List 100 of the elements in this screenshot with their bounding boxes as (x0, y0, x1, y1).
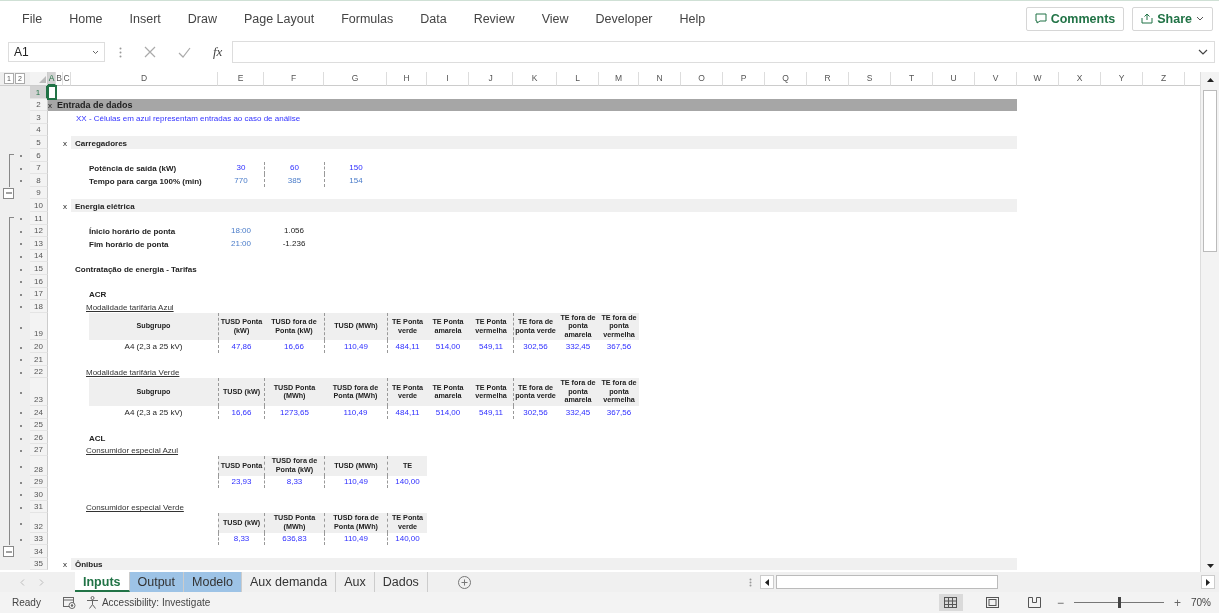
column-header[interactable]: Z (1143, 72, 1185, 86)
accessibility-button[interactable]: Accessibility: Investigate (85, 596, 211, 609)
share-button[interactable]: Share (1132, 6, 1213, 31)
collapse-button[interactable] (3, 546, 14, 558)
column-header[interactable]: Y (1101, 72, 1143, 86)
row-header[interactable]: 8 (30, 174, 48, 187)
field-label: Fim horário de ponta (88, 239, 169, 249)
expand-icon[interactable] (1198, 49, 1208, 55)
row-header[interactable]: 19 (30, 312, 48, 341)
column-header[interactable]: Q (765, 72, 807, 86)
ribbon-tab[interactable]: Draw (187, 11, 217, 26)
column-header[interactable]: W (1017, 72, 1059, 86)
row-header[interactable]: 3 (30, 111, 48, 124)
column-header[interactable]: L (557, 72, 599, 86)
comments-button[interactable]: Comments (1025, 6, 1125, 31)
column-header[interactable]: O (681, 72, 723, 86)
row-header[interactable]: 23 (30, 378, 48, 407)
column-header[interactable]: P (723, 72, 765, 86)
scroll-right-button[interactable] (1201, 575, 1215, 589)
row-header[interactable]: 10 (30, 199, 48, 212)
column-header[interactable]: G (324, 72, 387, 86)
table-title: Modalidade tarifária Verde (85, 368, 180, 378)
table-cell-text: 549,11 (478, 406, 504, 419)
ribbon-tab[interactable]: Data (420, 11, 447, 26)
column-header[interactable]: D (71, 72, 218, 86)
column-header[interactable]: T (891, 72, 933, 86)
ribbon-tab[interactable]: Page Layout (243, 11, 315, 26)
marker-text: x (63, 560, 67, 570)
column-header[interactable]: N (639, 72, 681, 86)
table-cell: 484,11 (387, 340, 427, 354)
row-header[interactable]: 20 (30, 340, 48, 354)
row-header[interactable]: 13 (30, 237, 48, 250)
ribbon-tab[interactable]: Formulas (341, 11, 394, 26)
table-cell: 110,49 (324, 532, 387, 546)
zoom-out-button[interactable]: − (1056, 595, 1064, 610)
check-icon[interactable] (178, 46, 191, 58)
column-header[interactable]: I (427, 72, 469, 86)
calculated-value: 154 (324, 174, 387, 187)
formula-input[interactable] (232, 41, 1215, 63)
ribbon-tab[interactable]: Home (69, 11, 103, 26)
row-header[interactable]: 26 (30, 431, 48, 444)
scroll-left-button[interactable] (760, 575, 774, 589)
share-icon (1141, 13, 1154, 24)
row-header[interactable]: 21 (30, 353, 48, 366)
row-header[interactable]: 34 (30, 545, 48, 558)
cancel-icon[interactable] (144, 46, 156, 58)
column-header[interactable]: J (469, 72, 513, 86)
note-text: XX - Células em azul representam entradas ao caso de análise (75, 113, 301, 123)
row-header[interactable]: 18 (30, 300, 48, 313)
ribbon-tab[interactable]: Review (473, 11, 515, 26)
column-header[interactable]: H (387, 72, 427, 86)
ribbon-tab[interactable]: View (541, 11, 569, 26)
ribbon-tab[interactable]: Help (679, 11, 706, 26)
split-handle-icon[interactable] (749, 577, 752, 587)
table-cell-text: 110,49 (342, 406, 369, 419)
normal-view-button[interactable] (938, 594, 963, 611)
row-header[interactable]: 1 (30, 86, 48, 99)
add-sheet-icon[interactable] (457, 575, 471, 589)
ribbon-tab[interactable]: Insert (129, 11, 161, 26)
section-heading: Carregadores (74, 138, 128, 148)
ribbon-tab[interactable]: File (22, 11, 43, 26)
sheet-tab[interactable]: Output (129, 572, 185, 592)
sheet-tab[interactable]: Modelo (184, 572, 243, 592)
column-header[interactable]: E (218, 72, 264, 86)
column-header[interactable]: S (849, 72, 891, 86)
row-header[interactable]: 28 (30, 456, 48, 476)
insert-function-button[interactable]: fx (213, 44, 223, 60)
row-header[interactable]: 15 (30, 262, 48, 275)
column-header[interactable]: K (513, 72, 557, 86)
column-header[interactable]: X (1059, 72, 1101, 86)
caret-icon (92, 49, 99, 55)
marker-text: x (63, 201, 67, 211)
column-header[interactable]: V (975, 72, 1017, 86)
table-cell-text: A4 (2,3 a 25 kV) (123, 341, 184, 354)
row-header[interactable]: 30 (30, 488, 48, 501)
slider-thumb[interactable] (1117, 597, 1121, 608)
row-header[interactable]: 32 (30, 513, 48, 533)
name-box[interactable]: A1 (8, 42, 105, 62)
column-header[interactable]: F (264, 72, 324, 86)
scrollbar-thumb[interactable] (776, 575, 998, 589)
drag-handle-icon[interactable] (119, 46, 122, 58)
arrow-left-icon (765, 578, 769, 586)
marker-text: x (63, 138, 67, 148)
ribbon-tab[interactable]: Developer (595, 11, 653, 26)
section-heading: Contratação de energia - Tarifas (74, 264, 197, 274)
collapse-button[interactable] (3, 187, 14, 199)
column-header[interactable]: R (807, 72, 849, 86)
table-title: Consumidor especial Azul (85, 446, 179, 456)
grid-icon (944, 597, 958, 608)
column-header[interactable]: M (599, 72, 639, 86)
row-header[interactable]: 5 (30, 136, 48, 149)
macro-record-icon[interactable] (62, 596, 76, 609)
table-cell: 110,49 (324, 340, 387, 354)
zoom-level[interactable]: 70% (1191, 597, 1211, 608)
page-icon (986, 597, 1000, 608)
sheet-tab[interactable]: Inputs (75, 572, 130, 592)
zoom-in-button[interactable]: + (1173, 595, 1181, 610)
row-header[interactable]: 24 (30, 406, 48, 419)
column-header[interactable]: U (933, 72, 975, 86)
scrollbar-thumb[interactable] (1203, 90, 1217, 252)
